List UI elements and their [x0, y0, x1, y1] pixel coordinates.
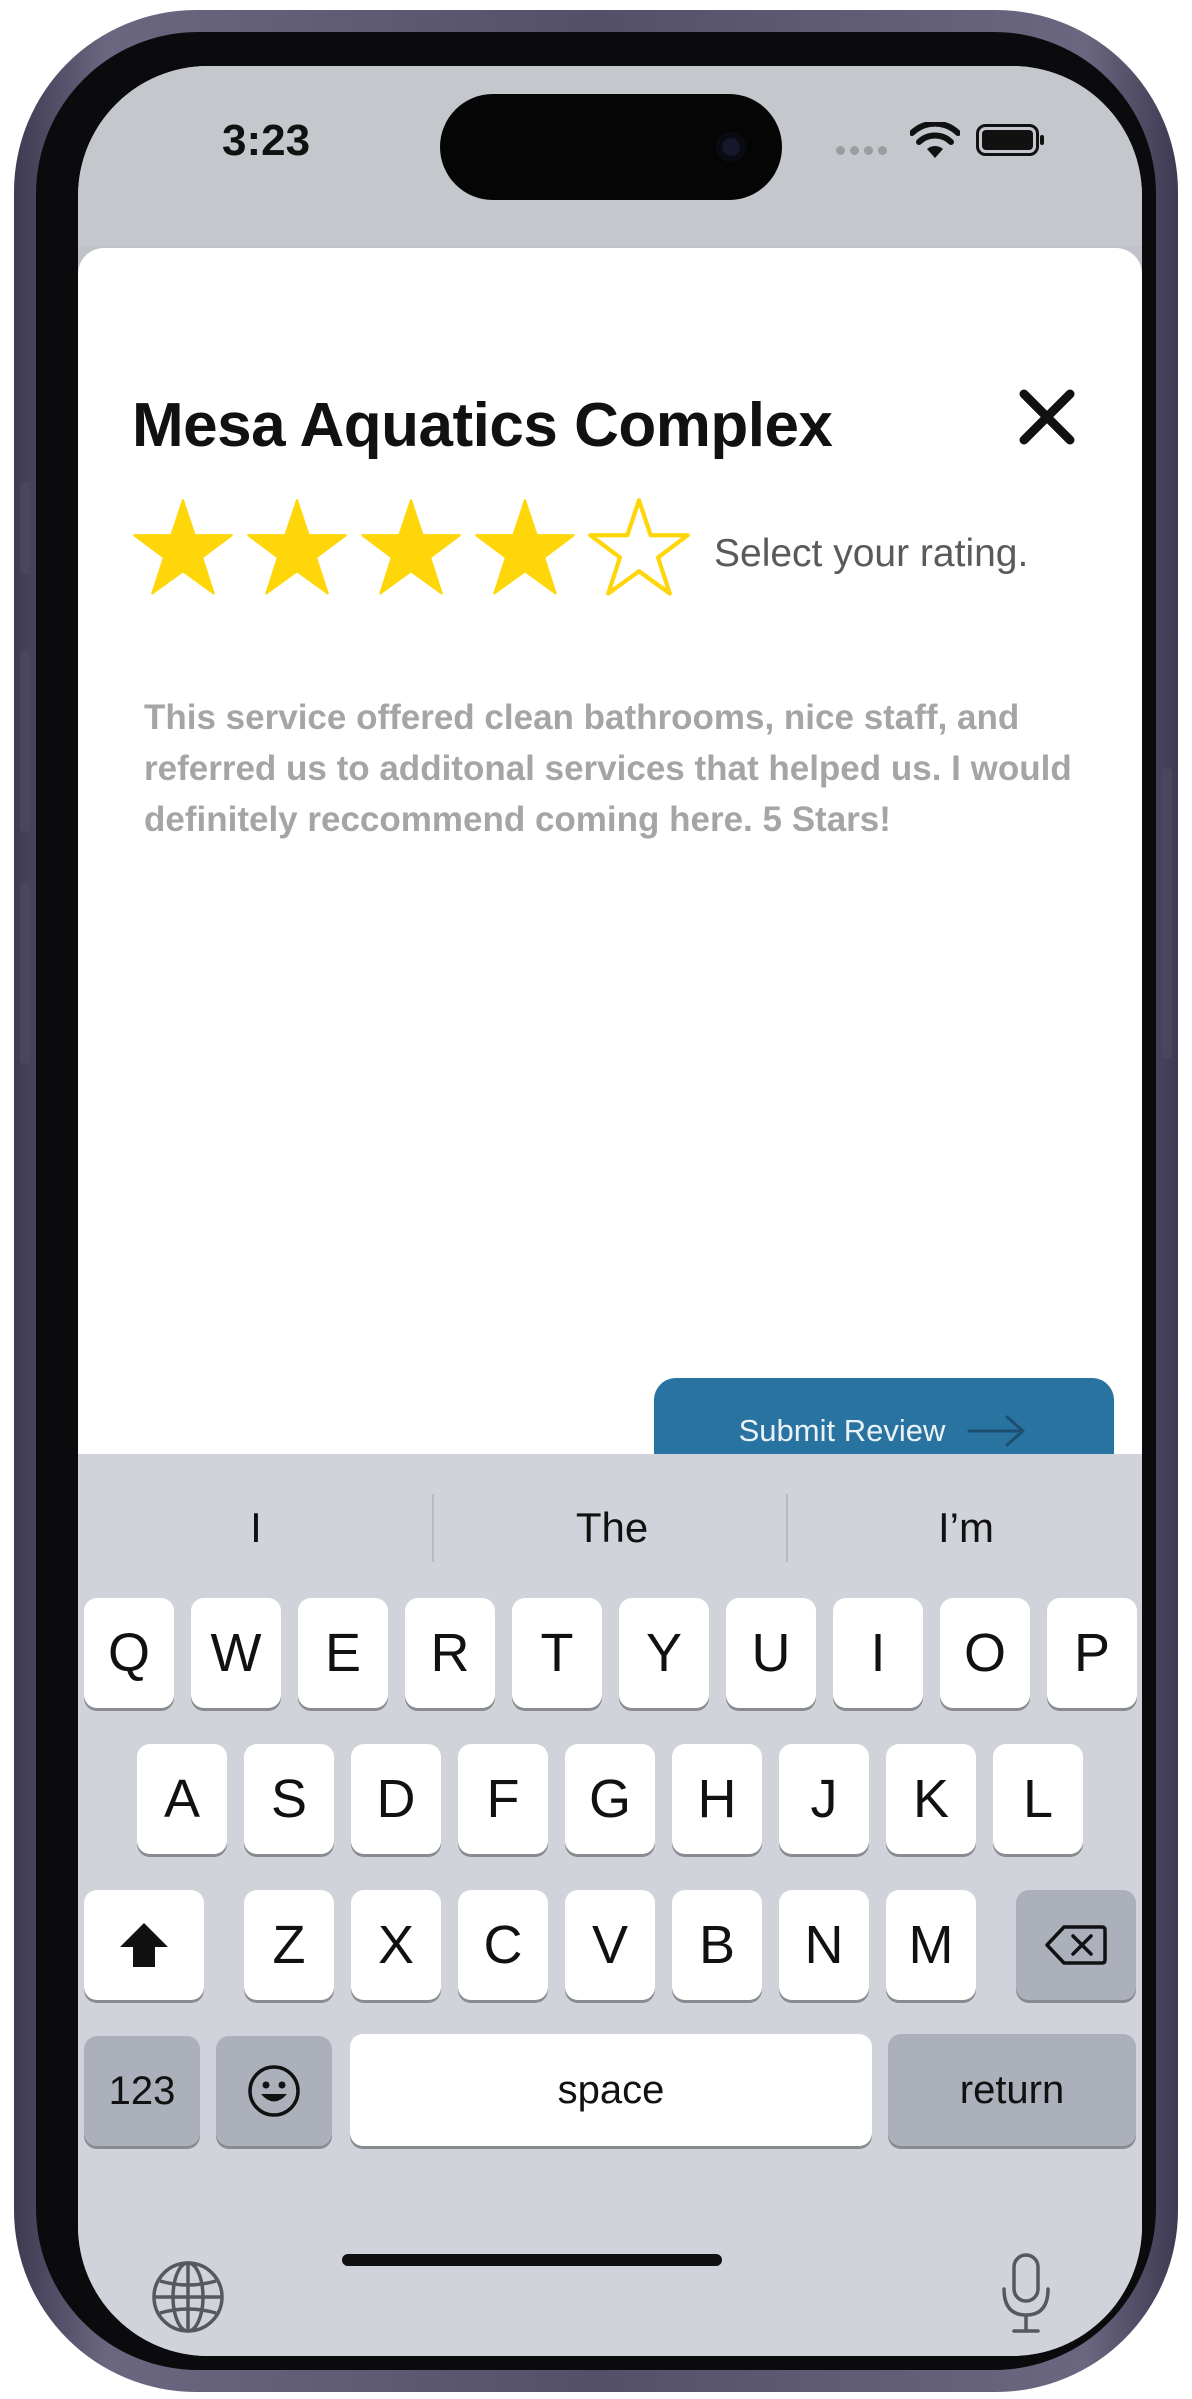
key-t[interactable]: T: [512, 1598, 602, 1708]
return-key[interactable]: return: [888, 2034, 1136, 2146]
key-n[interactable]: N: [779, 1890, 869, 2000]
arrow-right-icon: [967, 1415, 1025, 1447]
key-l[interactable]: L: [993, 1744, 1083, 1854]
numbers-key[interactable]: 123: [84, 2036, 200, 2146]
battery-icon: [976, 124, 1044, 156]
status-time: 3:23: [222, 116, 311, 165]
emoji-key[interactable]: [216, 2036, 332, 2146]
key-o[interactable]: O: [940, 1598, 1030, 1708]
shift-icon: [120, 1923, 168, 1967]
shift-key[interactable]: [84, 1890, 204, 2000]
key-r[interactable]: R: [405, 1598, 495, 1708]
emoji-icon: [248, 2065, 300, 2117]
suggestion-3[interactable]: I’m: [788, 1504, 1142, 1552]
star-1-icon[interactable]: [130, 496, 236, 602]
key-c[interactable]: C: [458, 1890, 548, 2000]
star-2-icon[interactable]: [244, 496, 350, 602]
keyboard: I The I’m Q W E R T Y U I O P A S D F G …: [78, 1454, 1142, 2356]
key-y[interactable]: Y: [619, 1598, 709, 1708]
submit-review-label: Submit Review: [738, 1413, 946, 1448]
review-textarea[interactable]: This service offered clean bathrooms, ni…: [144, 692, 1074, 1192]
key-w[interactable]: W: [191, 1598, 281, 1708]
key-v[interactable]: V: [565, 1890, 655, 2000]
key-a[interactable]: A: [137, 1744, 227, 1854]
key-b[interactable]: B: [672, 1890, 762, 2000]
volume-down-button: [20, 882, 30, 1064]
key-i[interactable]: I: [833, 1598, 923, 1708]
backspace-icon: [1045, 1925, 1107, 1965]
suggestion-2[interactable]: The: [434, 1504, 790, 1552]
facility-title: Mesa Aquatics Complex: [132, 391, 833, 460]
review-sheet: Mesa Aquatics Complex Select your rating…: [78, 248, 1142, 1484]
key-u[interactable]: U: [726, 1598, 816, 1708]
rating-hint: Select your rating.: [714, 532, 1029, 575]
phone-frame: 3:23 Mesa Aquatics Complex Select your r…: [14, 10, 1178, 2392]
star-5-icon[interactable]: [586, 496, 692, 602]
close-icon[interactable]: [1014, 384, 1080, 450]
key-d[interactable]: D: [351, 1744, 441, 1854]
status-bar: 3:23: [78, 66, 1142, 246]
wifi-icon: [910, 122, 960, 158]
volume-up-button: [20, 650, 30, 832]
power-button: [1162, 768, 1172, 1058]
star-rating: [130, 496, 692, 602]
key-g[interactable]: G: [565, 1744, 655, 1854]
dynamic-island: [440, 94, 782, 200]
star-3-icon[interactable]: [358, 496, 464, 602]
camera-icon: [716, 132, 746, 162]
microphone-icon[interactable]: [996, 2251, 1056, 2339]
delete-key[interactable]: [1016, 1890, 1136, 2000]
home-indicator[interactable]: [342, 2254, 722, 2266]
key-m[interactable]: M: [886, 1890, 976, 2000]
key-e[interactable]: E: [298, 1598, 388, 1708]
key-f[interactable]: F: [458, 1744, 548, 1854]
key-h[interactable]: H: [672, 1744, 762, 1854]
key-z[interactable]: Z: [244, 1890, 334, 2000]
star-4-icon[interactable]: [472, 496, 578, 602]
globe-icon[interactable]: [150, 2259, 226, 2335]
suggestion-1[interactable]: I: [78, 1504, 434, 1552]
key-q[interactable]: Q: [84, 1598, 174, 1708]
space-key[interactable]: space: [350, 2034, 872, 2146]
key-x[interactable]: X: [351, 1890, 441, 2000]
key-s[interactable]: S: [244, 1744, 334, 1854]
cellular-signal-icon: [836, 146, 887, 155]
key-j[interactable]: J: [779, 1744, 869, 1854]
screen: 3:23 Mesa Aquatics Complex Select your r…: [78, 66, 1142, 2356]
key-k[interactable]: K: [886, 1744, 976, 1854]
action-button: [20, 482, 30, 574]
key-p[interactable]: P: [1047, 1598, 1137, 1708]
